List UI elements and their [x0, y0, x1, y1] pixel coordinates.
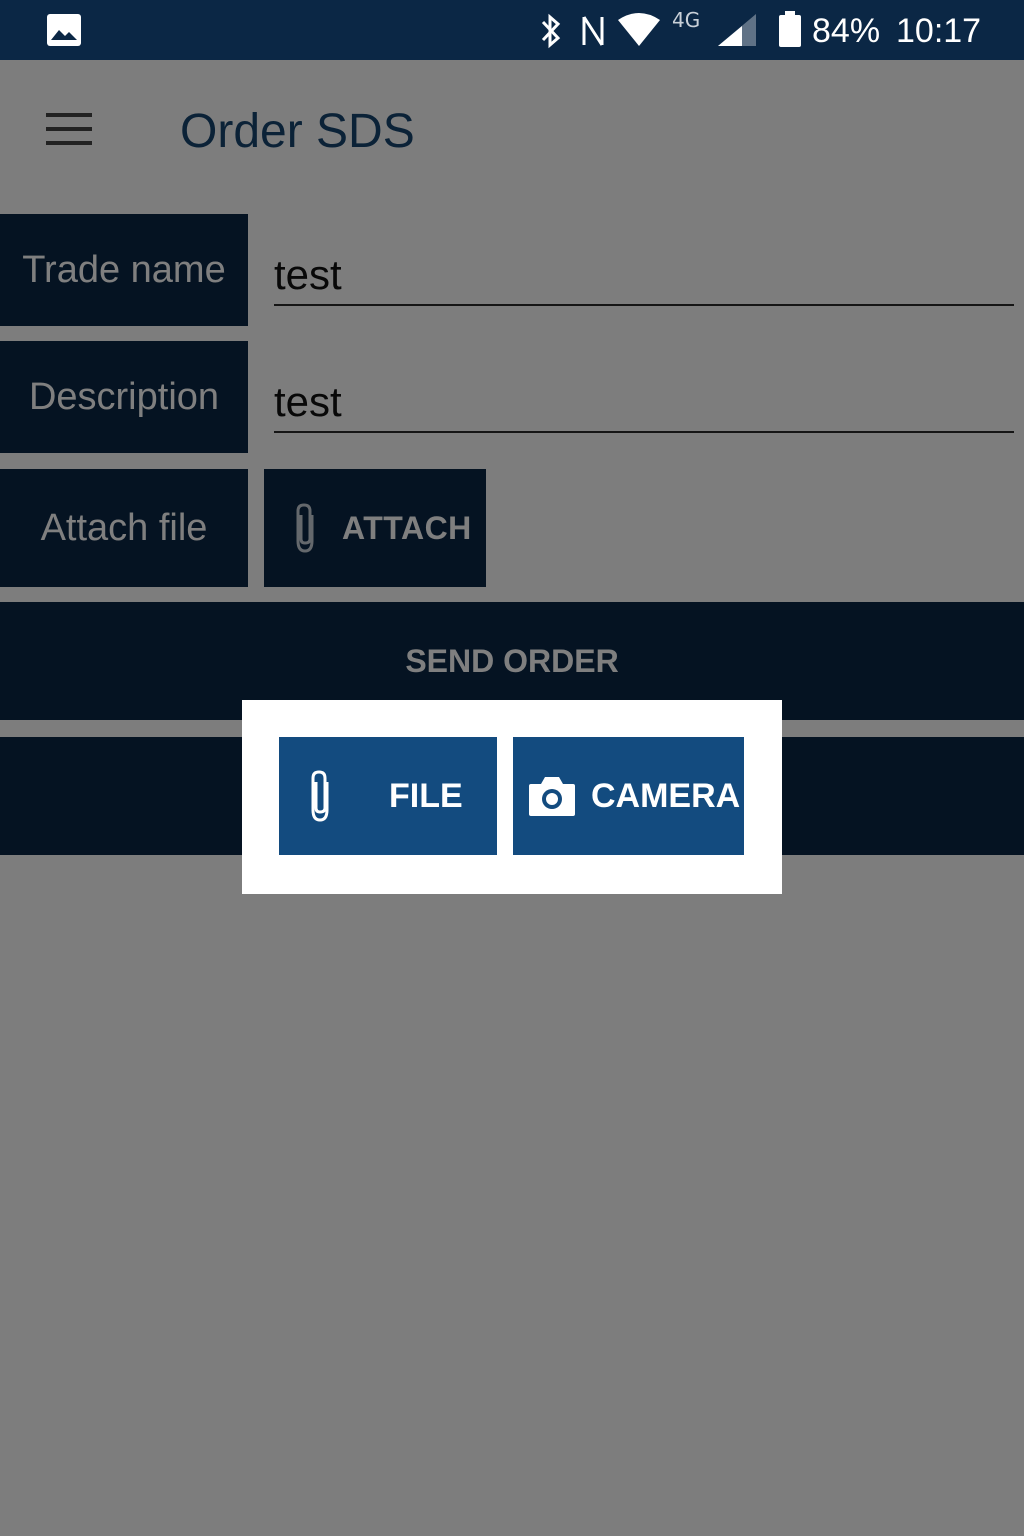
gallery-icon	[47, 14, 81, 46]
clock: 10:17	[896, 12, 982, 50]
paperclip-icon	[311, 770, 329, 822]
file-button[interactable]: FILE	[279, 737, 497, 855]
network-type-label: 4G	[672, 8, 701, 32]
wifi-icon	[618, 13, 660, 46]
screen: 4G 84% 10:17 Order SDS Trade name Descri…	[0, 0, 1024, 1536]
nfc-icon	[582, 16, 604, 46]
battery-icon	[779, 11, 801, 47]
camera-button-label: CAMERA	[591, 776, 741, 815]
battery-percent: 84%	[812, 12, 881, 50]
attachment-source-dialog: FILE CAMERA	[242, 700, 782, 894]
bluetooth-icon	[541, 13, 561, 49]
camera-button[interactable]: CAMERA	[513, 737, 744, 855]
status-bar: 4G 84% 10:17	[0, 0, 1024, 60]
signal-icon	[718, 14, 756, 46]
camera-icon	[529, 777, 575, 816]
file-button-label: FILE	[389, 776, 463, 815]
